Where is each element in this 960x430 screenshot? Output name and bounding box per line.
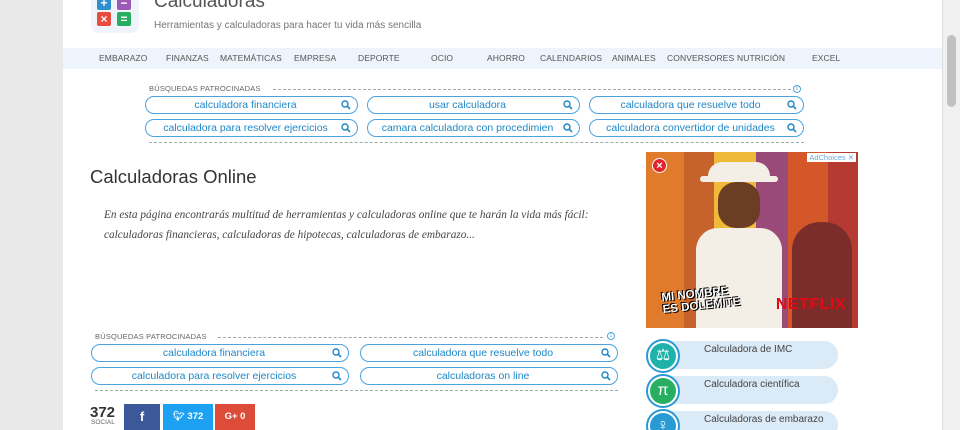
ad-image xyxy=(718,182,760,228)
search-icon xyxy=(563,100,573,110)
search-item-label: calculadora financiera xyxy=(194,99,297,111)
facebook-icon: f xyxy=(139,409,145,424)
divider xyxy=(149,142,804,143)
pi-icon: π xyxy=(650,378,676,404)
info-icon[interactable]: i xyxy=(793,85,801,93)
info-icon[interactable]: i xyxy=(607,332,615,340)
divider xyxy=(218,337,603,338)
search-item-label: usar calculadora xyxy=(428,99,507,111)
equals-icon: = xyxy=(117,12,131,26)
nav-item-conversores[interactable]: CONVERSORES xyxy=(667,53,734,63)
nav-item-animales[interactable]: ANIMALES xyxy=(612,53,656,63)
close-icon[interactable]: × xyxy=(652,158,667,173)
sponsored-search-item[interactable]: calculadora que resuelve todo xyxy=(589,96,804,114)
search-item-label: calculadora que resuelve todo xyxy=(620,99,761,111)
sponsored-search-item[interactable]: camara calculadora con procedimien xyxy=(367,119,580,137)
sponsored-label: BÚSQUEDAS PATROCINADAS xyxy=(95,332,207,341)
search-icon xyxy=(341,123,351,133)
intro-text: En esta página encontrarás multitud de h… xyxy=(104,209,589,241)
page: + − × = Calculadoras Herramientas y calc… xyxy=(63,0,942,430)
side-link-embarazo[interactable]: ♀ Calculadoras de embarazo xyxy=(646,409,838,430)
search-icon xyxy=(787,100,797,110)
search-item-label: calculadoras on line xyxy=(436,370,530,382)
sponsored-search-item[interactable]: calculadora financiera xyxy=(145,96,358,114)
divider xyxy=(95,390,618,391)
twitter-icon: 🐦︎ xyxy=(172,411,188,422)
side-link-label: Calculadora científica xyxy=(704,379,800,390)
plus-icon: + xyxy=(97,0,111,10)
search-icon xyxy=(601,348,611,358)
ad-image xyxy=(696,228,782,328)
sponsored-search-item[interactable]: calculadoras on line xyxy=(360,367,618,385)
sponsored-search-item[interactable]: calculadora que resuelve todo xyxy=(360,344,618,362)
search-icon xyxy=(563,123,573,133)
search-icon xyxy=(787,123,797,133)
scrollbar-thumb[interactable] xyxy=(947,35,956,107)
nav-item-ocio[interactable]: OCIO xyxy=(431,53,453,63)
search-item-label: calculadora para resolver ejercicios xyxy=(163,122,328,134)
minus-icon: − xyxy=(117,0,131,10)
divider xyxy=(273,89,791,90)
side-link-cientifica[interactable]: π Calculadora científica xyxy=(646,374,838,408)
site-title[interactable]: Calculadoras xyxy=(154,0,265,13)
googleplus-icon: G+ xyxy=(224,411,241,422)
nav-item-ahorro[interactable]: AHORRO xyxy=(487,53,525,63)
googleplus-count: 0 xyxy=(240,411,246,422)
side-link-icon-ring: ♀ xyxy=(646,409,680,430)
sponsored-search-item[interactable]: calculadora para resolver ejercicios xyxy=(91,367,349,385)
side-link-icon-ring: ⚖ xyxy=(646,339,680,373)
nav-item-embarazo[interactable]: EMBARAZO xyxy=(99,53,148,63)
facebook-share-button[interactable]: f xyxy=(124,404,160,430)
nav-item-deporte[interactable]: DEPORTE xyxy=(358,53,400,63)
sponsored-search-item[interactable]: calculadora financiera xyxy=(91,344,349,362)
sponsored-search-item[interactable]: usar calculadora xyxy=(367,96,580,114)
twitter-share-button[interactable]: 🐦︎ 372 xyxy=(163,404,213,430)
twitter-count: 372 xyxy=(187,411,204,422)
social-count-label: SOCIAL xyxy=(91,419,115,426)
nav-item-empresa[interactable]: EMPRESA xyxy=(294,53,336,63)
scrollbar[interactable] xyxy=(942,0,960,430)
googleplus-share-button[interactable]: G+ 0 xyxy=(215,404,255,430)
nav-item-excel[interactable]: EXCEL xyxy=(812,53,840,63)
sponsored-search-item[interactable]: calculadora para resolver ejercicios xyxy=(145,119,358,137)
side-link-label: Calculadoras de embarazo xyxy=(704,414,824,425)
sponsored-search-item[interactable]: calculadora convertidor de unidades xyxy=(589,119,804,137)
search-item-label: calculadora financiera xyxy=(162,347,266,359)
side-link-icon-ring: π xyxy=(646,374,680,408)
site-subtitle: Herramientas y calculadoras para hacer t… xyxy=(154,20,422,31)
search-item-label: calculadora que resuelve todo xyxy=(412,347,554,359)
nav-item-calendarios[interactable]: CALENDARIOS xyxy=(540,53,602,63)
side-link-label: Calculadora de IMC xyxy=(704,344,793,355)
search-item-label: camara calculadora con procedimien xyxy=(381,122,554,134)
nav-item-nutricion[interactable]: NUTRICIÓN xyxy=(737,53,785,63)
baby-icon: ♀ xyxy=(650,413,676,430)
site-logo[interactable]: + − × = xyxy=(91,0,139,33)
scale-icon: ⚖ xyxy=(650,343,676,369)
search-item-label: calculadora para resolver ejercicios xyxy=(131,370,297,382)
search-item-label: calculadora convertidor de unidades xyxy=(606,122,775,134)
advertisement[interactable]: AdChoices ✕ × MI NOMBRE ES DOLEMITE NETF… xyxy=(646,152,858,328)
nav-item-finanzas[interactable]: FINANZAS xyxy=(166,53,209,63)
ad-brand: NETFLIX xyxy=(775,296,846,313)
page-title: Calculadoras Online xyxy=(90,166,257,187)
sponsored-label: BÚSQUEDAS PATROCINADAS xyxy=(149,84,261,93)
times-icon: × xyxy=(97,12,111,26)
nav-item-matematicas[interactable]: MATEMÁTICAS xyxy=(220,53,282,63)
side-link-imc[interactable]: ⚖ Calculadora de IMC xyxy=(646,339,838,373)
search-icon xyxy=(341,100,351,110)
search-icon xyxy=(332,371,342,381)
main-nav: EMBARAZO FINANZAS MATEMÁTICAS EMPRESA DE… xyxy=(63,48,942,69)
adchoices-label[interactable]: AdChoices ✕ xyxy=(807,153,856,162)
search-icon xyxy=(332,348,342,358)
search-icon xyxy=(601,371,611,381)
